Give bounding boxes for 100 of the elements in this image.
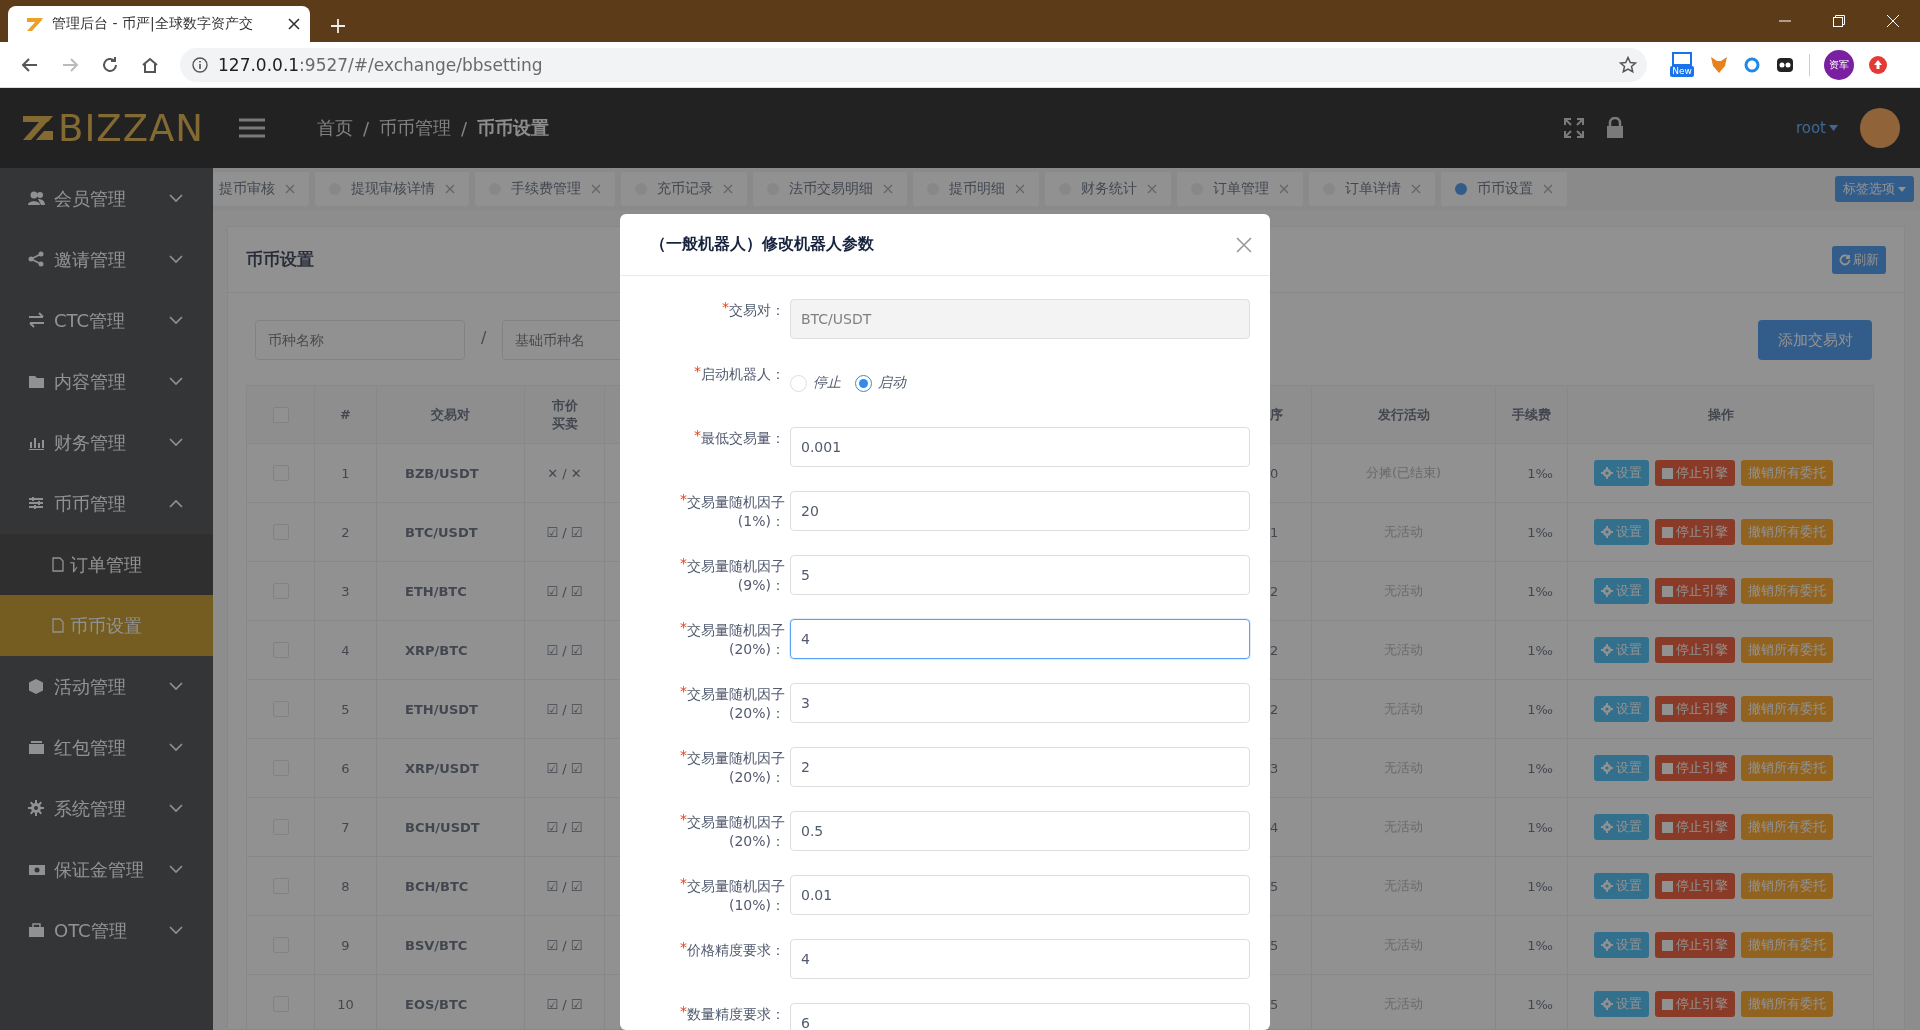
settings-button[interactable]: 设置: [1594, 578, 1649, 604]
extension-button[interactable]: New: [1669, 52, 1695, 77]
settings-button[interactable]: 设置: [1594, 873, 1649, 899]
cancel-button[interactable]: 撤销所有委托: [1741, 991, 1833, 1017]
sidebar-item[interactable]: 活动管理: [0, 656, 213, 717]
table-cell: 1‰: [1495, 502, 1568, 562]
stop-button[interactable]: 停止引擎: [1655, 696, 1735, 722]
tab[interactable]: 财务统计: [1045, 172, 1171, 206]
settings-button[interactable]: 设置: [1594, 460, 1649, 486]
refresh-button[interactable]: 刷新: [1832, 245, 1886, 274]
cancel-button[interactable]: 撤销所有委托: [1741, 932, 1833, 958]
address-bar[interactable]: 127.0.0.1:9527/#/exchange/bbsetting: [180, 47, 1647, 82]
input-field[interactable]: 0.5: [790, 811, 1250, 851]
new-tab-icon[interactable]: [330, 18, 346, 34]
cancel-button[interactable]: 撤销所有委托: [1741, 814, 1833, 840]
table-cell: 6: [314, 738, 377, 798]
radio-button[interactable]: [855, 374, 872, 392]
sidebar-subitem[interactable]: 订单管理: [0, 534, 213, 595]
cancel-button[interactable]: 撤销所有委托: [1741, 460, 1833, 486]
tab[interactable]: 充币记录: [621, 172, 747, 206]
fullscreen-icon[interactable]: [1563, 118, 1584, 138]
required-mark: *: [680, 939, 687, 955]
input-field[interactable]: 0.001: [790, 427, 1250, 467]
tab-options-button[interactable]: 标签选项: [1835, 176, 1914, 202]
caret-icon: [1898, 186, 1906, 192]
sidebar-item[interactable]: 系统管理: [0, 778, 213, 839]
close-icon[interactable]: [288, 18, 300, 30]
search-field[interactable]: 币种名称: [255, 320, 465, 360]
sidebar-item[interactable]: 内容管理: [0, 351, 213, 412]
profile-button[interactable]: 资军: [1824, 49, 1854, 80]
caret-icon: [1829, 125, 1838, 131]
forward-button[interactable]: [61, 55, 79, 74]
sidebar-item[interactable]: 币币管理: [0, 473, 213, 534]
home-button[interactable]: [141, 55, 159, 74]
cancel-button[interactable]: 撤销所有委托: [1741, 578, 1833, 604]
maximize-icon[interactable]: [1833, 15, 1845, 27]
lock-icon[interactable]: [1605, 117, 1624, 139]
input-field[interactable]: 3: [790, 683, 1250, 723]
stop-button[interactable]: 停止引擎: [1655, 637, 1735, 663]
breadcrumb-item[interactable]: 币币管理: [379, 116, 452, 140]
cancel-button[interactable]: 撤销所有委托: [1741, 755, 1833, 781]
settings-button[interactable]: 设置: [1594, 991, 1649, 1017]
input-field[interactable]: 2: [790, 747, 1250, 787]
tab[interactable]: 法币交易明细: [753, 172, 907, 206]
sidebar-item[interactable]: 红包管理: [0, 717, 213, 778]
back-button[interactable]: [21, 55, 39, 74]
breadcrumb-item[interactable]: 首页: [317, 116, 353, 140]
stop-button[interactable]: 停止引擎: [1655, 755, 1735, 781]
stop-button[interactable]: 停止引擎: [1655, 814, 1735, 840]
required-mark: *: [680, 875, 687, 891]
input-field[interactable]: 20: [790, 491, 1250, 531]
required-mark: *: [722, 299, 729, 315]
stop-button[interactable]: 停止引擎: [1655, 519, 1735, 545]
user-menu[interactable]: root: [1795, 119, 1838, 137]
fox-icon[interactable]: [1709, 54, 1729, 75]
settings-button[interactable]: 设置: [1594, 755, 1649, 781]
stop-button[interactable]: 停止引擎: [1655, 578, 1735, 604]
ring-icon[interactable]: [1743, 55, 1761, 74]
tab[interactable]: 提币明细: [913, 172, 1039, 206]
input-field[interactable]: 0.01: [790, 875, 1250, 915]
tab[interactable]: 提币审核: [213, 172, 309, 206]
tab[interactable]: 币币设置: [1441, 172, 1567, 206]
settings-button[interactable]: 设置: [1594, 696, 1649, 722]
input-field[interactable]: 4: [790, 619, 1250, 659]
cancel-button[interactable]: 撤销所有委托: [1741, 873, 1833, 899]
settings-button[interactable]: 设置: [1594, 637, 1649, 663]
tab[interactable]: 手续费管理: [475, 172, 615, 206]
browser-tab[interactable]: 管理后台 - 币严|全球数字资产交: [8, 6, 310, 42]
sidebar-item[interactable]: CTC管理: [0, 290, 213, 351]
sidebar-item[interactable]: 邀请管理: [0, 229, 213, 290]
stop-icon: [1662, 762, 1673, 774]
stop-button[interactable]: 停止引擎: [1655, 991, 1735, 1017]
sidebar-subitem[interactable]: 币币设置: [0, 595, 213, 656]
add-button[interactable]: 添加交易对: [1758, 320, 1872, 360]
settings-button[interactable]: 设置: [1594, 814, 1649, 840]
sidebar-item[interactable]: 会员管理: [0, 168, 213, 229]
reload-button[interactable]: [101, 55, 119, 74]
star-icon[interactable]: [1619, 55, 1637, 74]
cancel-button[interactable]: 撤销所有委托: [1741, 696, 1833, 722]
tab[interactable]: 订单管理: [1177, 172, 1303, 206]
menu-icon[interactable]: [239, 118, 265, 138]
cancel-button[interactable]: 撤销所有委托: [1741, 637, 1833, 663]
stop-button[interactable]: 停止引擎: [1655, 873, 1735, 899]
sidebar-item[interactable]: 保证金管理: [0, 839, 213, 900]
tab[interactable]: 提现审核详情: [315, 172, 469, 206]
settings-button[interactable]: 设置: [1594, 932, 1649, 958]
sidebar-item[interactable]: 财务管理: [0, 412, 213, 473]
input-field[interactable]: 6: [790, 1003, 1250, 1030]
avatar[interactable]: [1860, 108, 1900, 148]
upload-icon[interactable]: [1868, 54, 1888, 75]
input-field[interactable]: 5: [790, 555, 1250, 595]
sidebar-item[interactable]: OTC管理: [0, 900, 213, 961]
cancel-button[interactable]: 撤销所有委托: [1741, 519, 1833, 545]
field-label: 启动机器人：: [701, 366, 785, 382]
settings-button[interactable]: 设置: [1594, 519, 1649, 545]
stop-button[interactable]: 停止引擎: [1655, 460, 1735, 486]
input-field[interactable]: 4: [790, 939, 1250, 979]
stop-button[interactable]: 停止引擎: [1655, 932, 1735, 958]
logo-icon: [22, 114, 54, 142]
tab[interactable]: 订单详情: [1309, 172, 1435, 206]
